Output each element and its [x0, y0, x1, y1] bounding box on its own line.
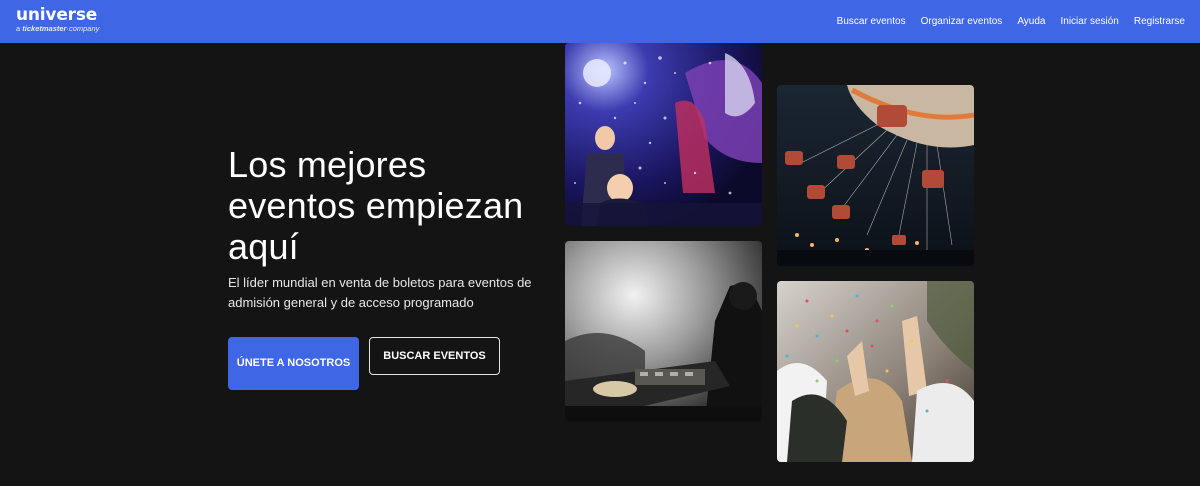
nav-link-buscar-eventos[interactable]: Buscar eventos	[837, 16, 906, 27]
join-us-button[interactable]: ÚNETE A NOSOTROS	[228, 337, 359, 390]
logo-tagline: a ticketmaster·company	[16, 25, 99, 33]
top-navigation-bar: universe a ticketmaster·company Buscar e…	[0, 0, 1200, 43]
nav-link-ayuda[interactable]: Ayuda	[1017, 16, 1045, 27]
universe-logo[interactable]: universe a ticketmaster·company	[16, 6, 99, 33]
main-nav: Buscar eventos Organizar eventos Ayuda I…	[837, 0, 1185, 43]
concert-bubbles-photo	[565, 43, 762, 226]
hero-title: Los mejores eventos empiezan aquí	[228, 144, 524, 267]
search-events-button[interactable]: BUSCAR EVENTOS	[369, 337, 500, 375]
dj-set-photo	[565, 241, 762, 422]
logo-wordmark: universe	[16, 5, 98, 25]
logo-tagline-brand: ticketmaster	[22, 24, 67, 33]
logo-tagline-suffix: company	[68, 24, 100, 33]
nav-link-registrarse[interactable]: Registrarse	[1134, 16, 1185, 27]
nav-link-organizar-eventos[interactable]: Organizar eventos	[921, 16, 1003, 27]
confetti-crowd-photo	[777, 281, 974, 462]
hero-subtitle: El líder mundial en venta de boletos par…	[228, 275, 532, 310]
swing-ride-photo	[777, 85, 974, 266]
logo-tagline-prefix: a	[16, 24, 21, 33]
nav-link-iniciar-sesion[interactable]: Iniciar sesión	[1061, 16, 1119, 27]
